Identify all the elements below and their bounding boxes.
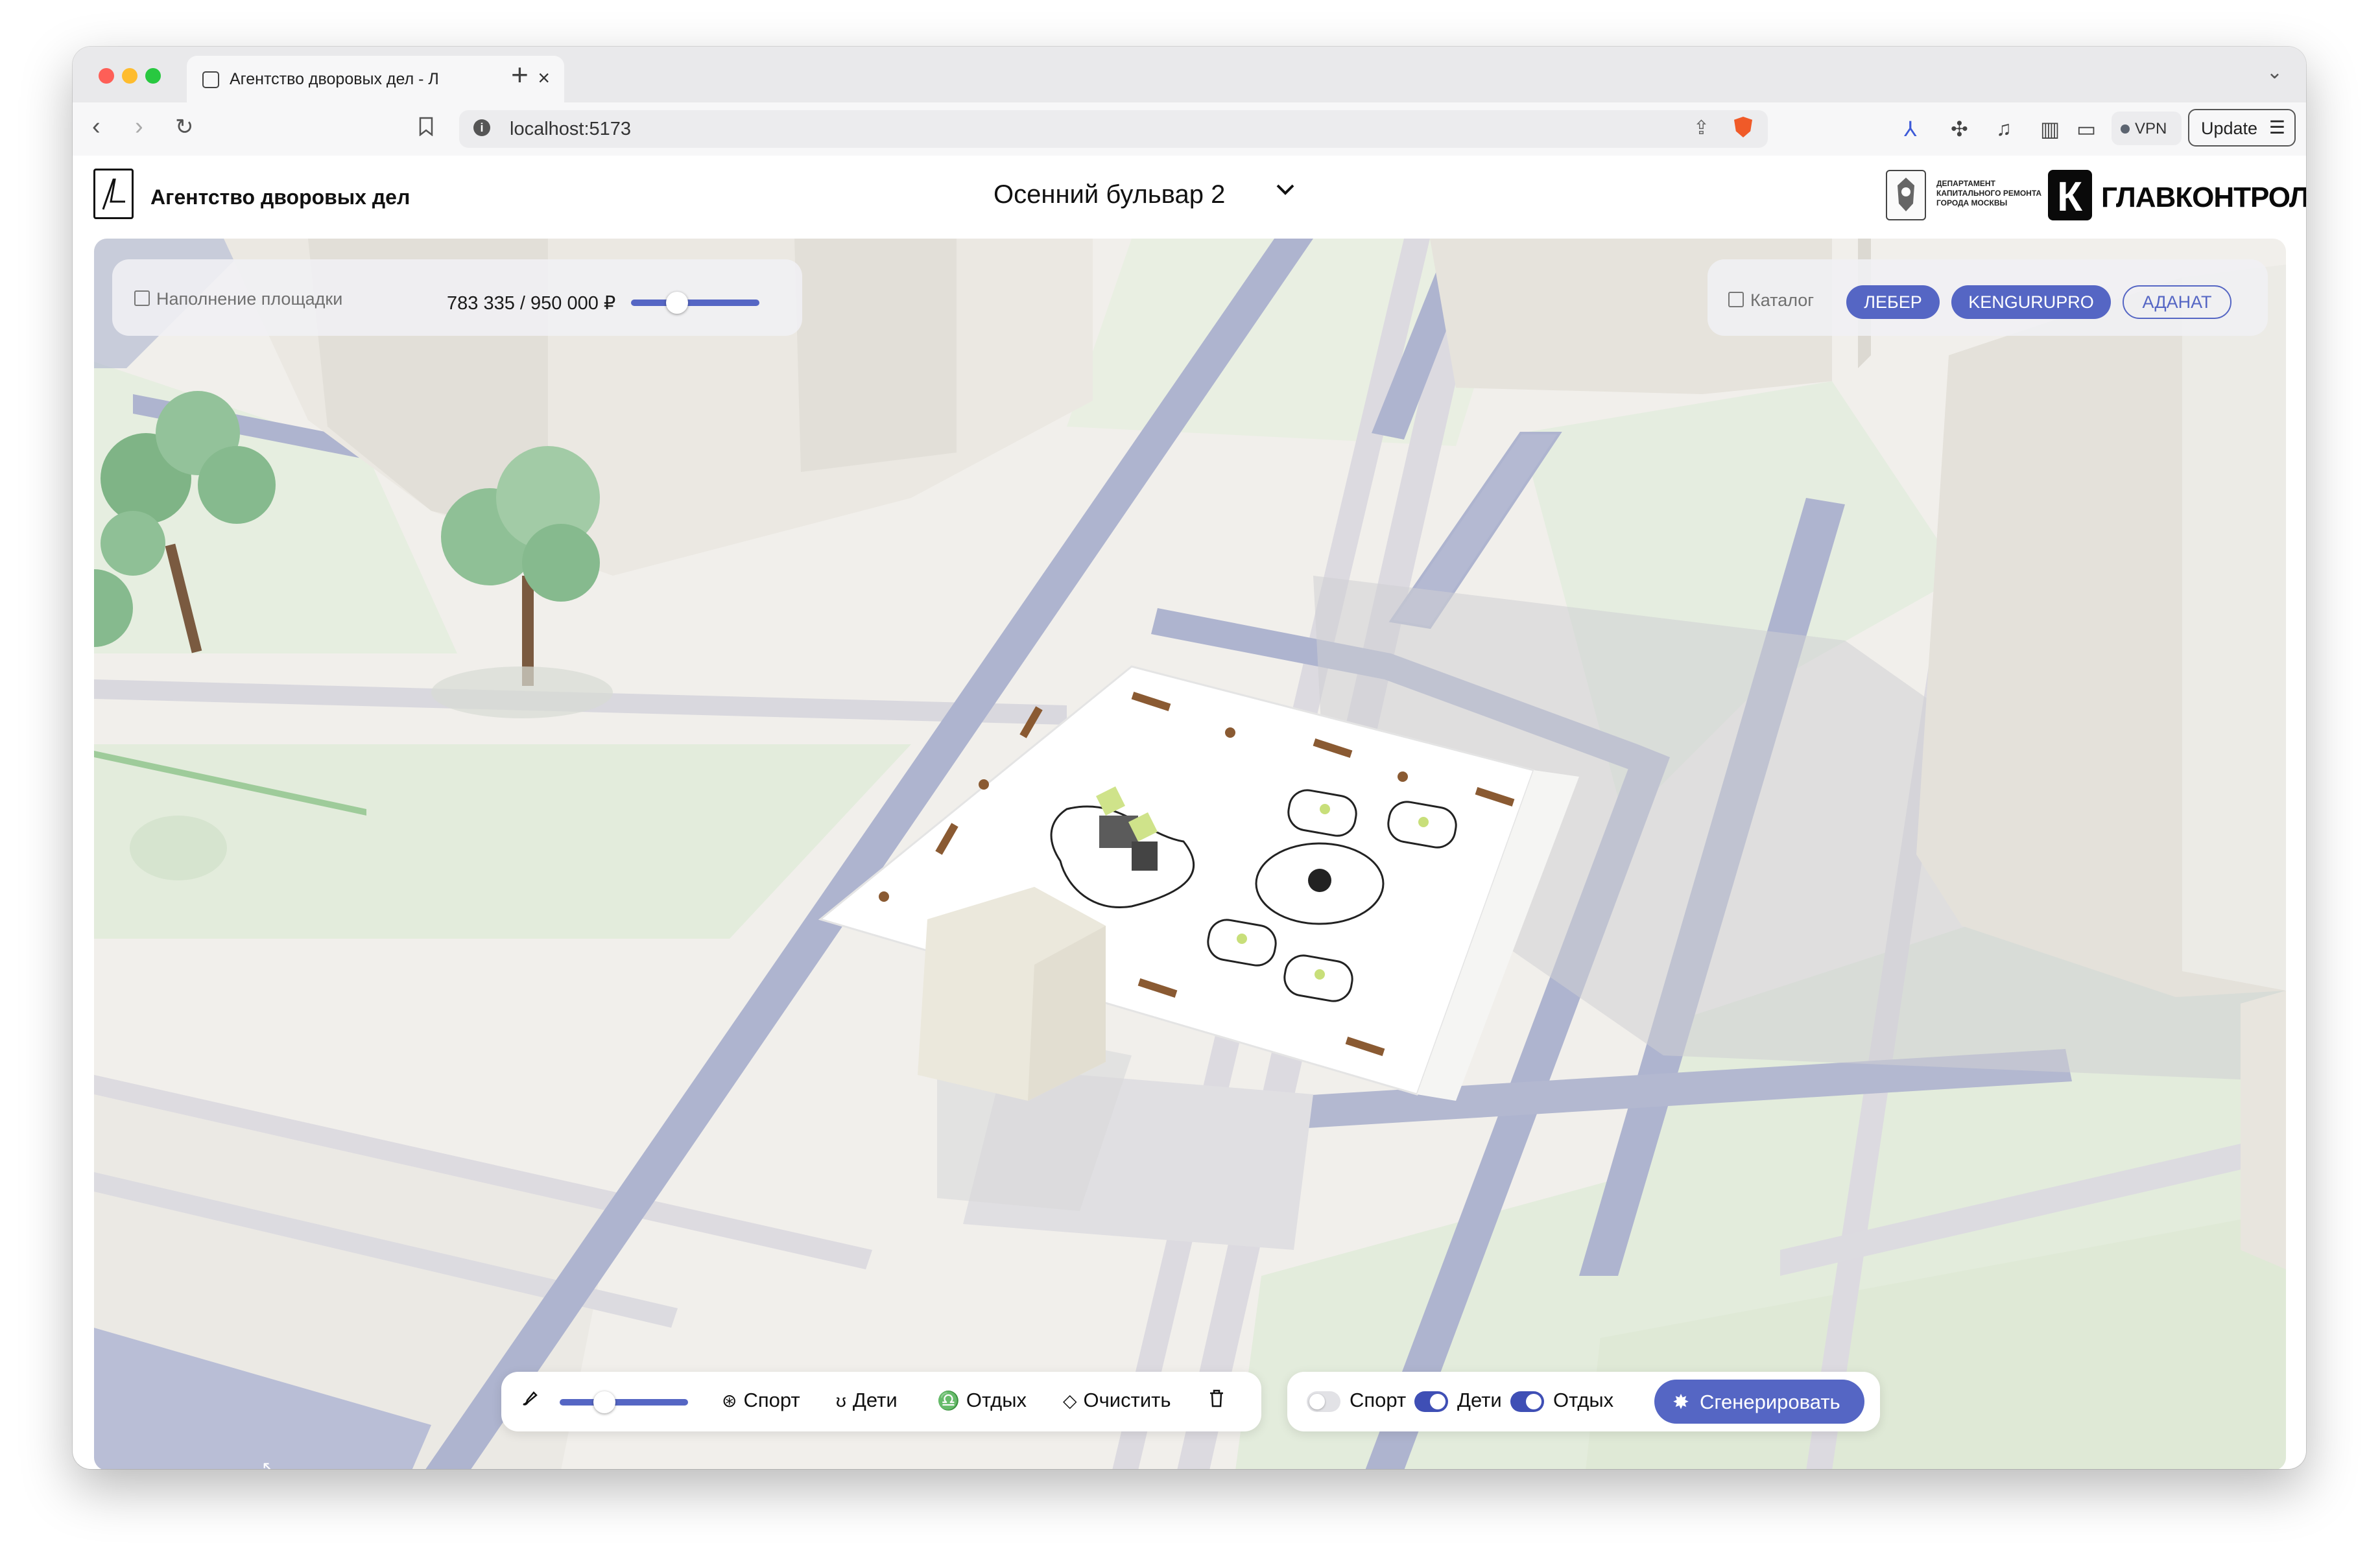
rest-button[interactable]: ♎ Отдых (937, 1389, 1027, 1412)
eraser-icon: ◇ (1063, 1391, 1077, 1411)
update-button[interactable]: Update ☰ (2188, 109, 2296, 147)
clear-button[interactable]: ◇ Очистить (1063, 1389, 1171, 1412)
forward-icon[interactable]: › (135, 113, 143, 141)
browser-window: Агентство дворовых дел - Л × + ⌄ ‹ › ↻ i… (73, 47, 2306, 1469)
kids-button[interactable]: ʊ Дети (836, 1389, 898, 1412)
catalog-icon (1728, 292, 1744, 307)
new-tab-button[interactable]: + (511, 57, 529, 92)
browser-tab[interactable]: Агентство дворовых дел - Л × (187, 56, 564, 102)
glavkontrol-logo: К (2048, 170, 2092, 220)
bookmark-icon[interactable] (419, 117, 433, 141)
tab-bar: Агентство дворовых дел - Л × + ⌄ (73, 47, 2306, 102)
sport-button[interactable]: ⊛ Спорт (722, 1389, 800, 1412)
brush-size-knob[interactable] (593, 1391, 616, 1413)
budget-label: Наполнение площадки (156, 289, 343, 309)
maximize-window-button[interactable] (145, 68, 161, 84)
info-icon[interactable]: i (473, 119, 490, 136)
compass-arrow-icon: ↖ (261, 1457, 276, 1469)
generate-bar: Спорт Дети Отдых ✸ Сгенерировать (1287, 1372, 1880, 1431)
department-text: Департамент капитального ремонта города … (1936, 179, 2042, 207)
rest-toggle-label: Отдых (1553, 1389, 1614, 1411)
map-scene[interactable]: Наполнение площадки 783 335 / 950 000 ₽ … (94, 239, 2286, 1469)
budget-value: 783 335 / 950 000 ₽ (447, 293, 616, 314)
budget-icon (134, 290, 150, 306)
glavkontrol-text: ГЛАВКОНТРОЛЬ (2101, 182, 2306, 213)
map-canvas[interactable] (94, 239, 2286, 1469)
minimize-window-button[interactable] (122, 68, 137, 84)
chip-leber[interactable]: ЛЕБЕР (1846, 285, 1940, 319)
rest-label: Отдых (966, 1389, 1027, 1411)
generate-button[interactable]: ✸ Сгенерировать (1654, 1380, 1864, 1424)
vpn-status-icon (2121, 124, 2130, 134)
browser-toolbar: ‹ › ↻ i localhost:5173 ⇪ ⅄ ✣ ♫ ▥ ▭ VPN U… (73, 102, 2306, 156)
music-icon[interactable]: ♫ (1996, 117, 2012, 141)
chip-adanat[interactable]: АДАНАТ (2123, 285, 2231, 319)
brave-icon[interactable] (1734, 117, 1752, 137)
moscow-emblem-icon (1886, 170, 1926, 220)
sidebar-icon[interactable]: ▥ (2040, 117, 2060, 141)
glavkontrol-letter: К (2057, 173, 2083, 220)
ball-icon: ⊛ (722, 1391, 737, 1411)
project-selector[interactable]: Осенний бульвар 2 (994, 180, 1225, 209)
sport-label: Спорт (743, 1389, 800, 1411)
sparkle-icon: ✸ (1672, 1391, 1689, 1413)
clear-label: Очистить (1083, 1389, 1171, 1411)
wallet-icon[interactable]: ▭ (2077, 117, 2096, 141)
vpn-button[interactable]: VPN (2112, 112, 2182, 145)
update-label: Update (2201, 119, 2258, 138)
catalog-label: Каталог (1750, 290, 1815, 310)
catalog-panel: Каталог ЛЕБЕР KENGURUPRO АДАНАТ (1708, 259, 2268, 336)
budget-slider[interactable] (631, 300, 759, 306)
translate-icon[interactable]: ⅄ (1904, 117, 1917, 141)
extensions-icon[interactable]: ✣ (1951, 117, 1968, 141)
close-tab-icon[interactable]: × (538, 66, 550, 90)
vpn-label: VPN (2135, 120, 2167, 137)
budget-slider-knob[interactable] (666, 292, 689, 314)
sport-toggle[interactable] (1307, 1391, 1340, 1412)
url-text[interactable]: localhost:5173 (510, 119, 631, 140)
tab-list-chevron-icon[interactable]: ⌄ (2267, 61, 2283, 84)
brush-size-slider[interactable] (560, 1399, 688, 1406)
menu-icon: ☰ (2268, 117, 2285, 137)
reload-icon[interactable]: ↻ (175, 114, 194, 140)
agency-logo[interactable] (93, 169, 134, 219)
brand-name: Агентство дворовых дел (150, 185, 411, 209)
address-bar[interactable]: i localhost:5173 ⇪ (459, 110, 1768, 148)
app-header: Агентство дворовых дел Осенний бульвар 2… (73, 156, 2306, 239)
chip-kengurupro[interactable]: KENGURUPRO (1951, 285, 2111, 319)
sport-toggle-label: Спорт (1350, 1389, 1407, 1411)
close-window-button[interactable] (99, 68, 114, 84)
share-icon[interactable]: ⇪ (1693, 117, 1709, 139)
bell-icon: ♎ (937, 1391, 960, 1411)
budget-panel: Наполнение площадки 783 335 / 950 000 ₽ (112, 259, 802, 336)
rest-toggle[interactable] (1510, 1391, 1544, 1412)
back-icon[interactable]: ‹ (92, 113, 101, 141)
chevron-down-icon[interactable] (1272, 176, 1298, 206)
tab-title: Агентство дворовых дел - Л (230, 70, 439, 88)
kids-toggle-label: Дети (1457, 1389, 1502, 1411)
kids-toggle[interactable] (1414, 1391, 1448, 1412)
generate-label: Сгенерировать (1700, 1391, 1840, 1413)
tools-bar: ⊛ Спорт ʊ Дети ♎ Отдых ◇ Очистить (501, 1372, 1261, 1431)
kids-label: Дети (852, 1389, 898, 1411)
bear-icon: ʊ (836, 1391, 846, 1411)
favicon-icon (202, 71, 219, 88)
